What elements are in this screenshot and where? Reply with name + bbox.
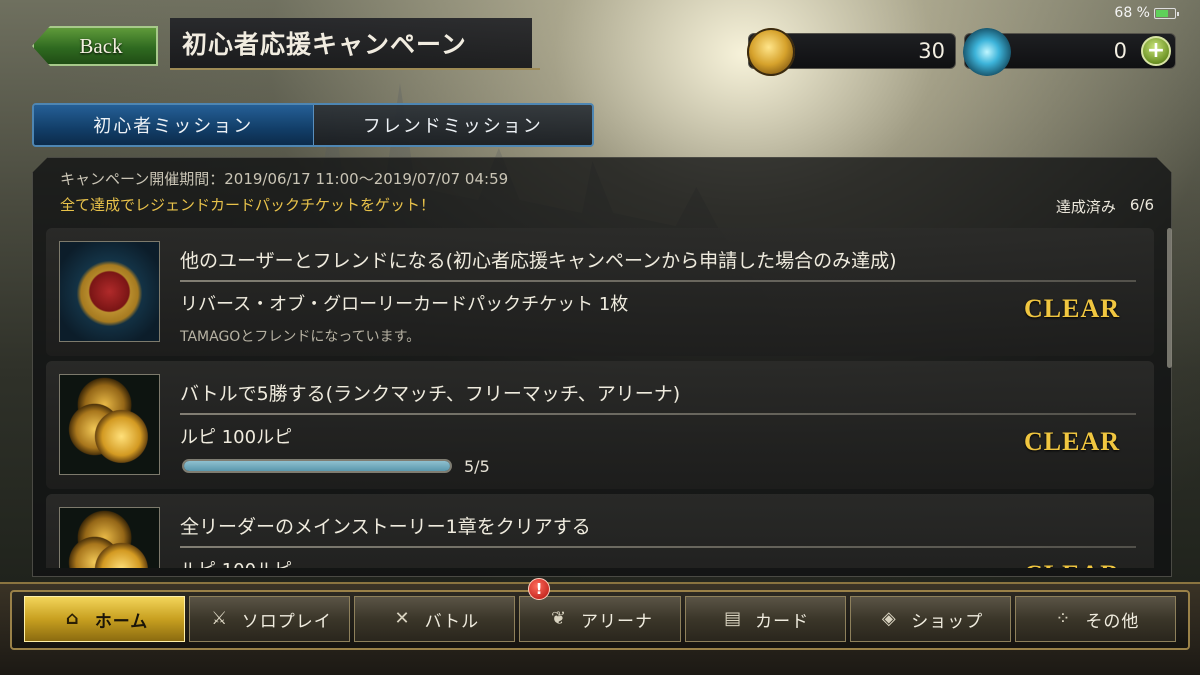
progress-text: 5/5 [464,457,490,476]
divider [180,413,1136,415]
nav-label: その他 [1085,611,1140,632]
nav-card[interactable]: ▤ カード [684,596,846,642]
mission-list[interactable]: 他のユーザーとフレンドになる(初心者応援キャンペーンから申請した場合のみ達成) … [46,228,1156,568]
progress-fill [184,461,450,471]
mission-progress-bar [182,459,452,473]
mission-reward: リバース・オブ・グローリーカードパックチケット 1枚 [180,294,629,315]
battery-fill [1156,9,1169,17]
menu-dots-icon: ⁘ [1055,608,1072,629]
nav-label: ソロプレイ [241,611,332,632]
achieved-value: 6/6 [1129,196,1154,214]
nav-label: バトル [424,611,480,632]
nav-shop[interactable]: ◈ ショップ [849,596,1011,642]
mission-reward: ルピ 100ルピ [180,427,293,448]
mission-reward: ルピ 100ルピ [180,556,292,568]
shop-crystal-icon: ◈ [881,608,897,629]
mission-item: 全リーダーのメインストーリー1章をクリアする ルピ 100ルピ CLEAR [46,494,1154,568]
gold-coin-icon [747,28,795,76]
mission-item: バトルで5勝する(ランクマッチ、フリーマッチ、アリーナ) ルピ 100ルピ 5/… [46,361,1154,489]
nav-label: ホーム [94,611,149,632]
achieved-label: 達成済み [1055,198,1116,216]
divider [180,280,1136,282]
tab-beginner-mission[interactable]: 初心者ミッション [34,105,314,145]
rupi-value: 30 [918,39,945,63]
home-icon: ⌂ [65,608,80,629]
rupi-counter: 30 [747,28,956,76]
clear-label: CLEAR [1023,294,1120,323]
nav-home[interactable]: ⌂ ホーム [24,596,186,642]
divider [180,546,1136,548]
clear-label: CLEAR [1023,427,1120,456]
clear-label: CLEAR [1024,560,1120,568]
rupi-coins-icon [59,374,160,475]
mission-scrollbar[interactable] [1167,228,1172,368]
battery-percent: 68 % [1114,5,1150,21]
campaign-subtitle: 全て達成でレジェンドカードパックチケットをゲット！ [60,196,436,214]
mission-title: 他のユーザーとフレンドになる(初心者応援キャンペーンから申請した場合のみ達成) [180,250,897,272]
crystal-counter: 0 + [963,28,1176,76]
bottom-nav: ⌂ ホーム ⚔ ソロプレイ ✕ バトル ❦ アリーナ ▤ カード ◈ ショップ … [24,596,1176,642]
nav-label: アリーナ [580,611,653,632]
rupi-coins-icon [59,507,160,568]
arena-alert-badge: ! [528,578,550,600]
nav-label: ショップ [911,611,984,632]
nav-arena[interactable]: ❦ アリーナ [519,596,681,642]
achieved-count: 達成済み 6/6 [1056,196,1154,217]
mission-tabs: 初心者ミッション フレンドミッション [32,103,594,147]
nav-other[interactable]: ⁘ その他 [1014,596,1176,642]
nav-label: カード [755,611,810,632]
sword-shield-icon: ⚔ [211,608,229,629]
mission-title: バトルで5勝する(ランクマッチ、フリーマッチ、アリーナ) [180,383,681,405]
crossed-swords-icon: ✕ [394,608,411,629]
back-button[interactable]: Back [32,26,158,66]
mission-status: TAMAGOとフレンドになっています。 [180,329,421,345]
campaign-period: キャンペーン開催期間：2019/06/17 11:00〜2019/07/07 0… [60,170,509,188]
crystal-icon [963,28,1011,76]
crest-card-pack-icon [59,241,160,342]
crystal-value: 0 [1113,39,1127,63]
tab-friend-mission[interactable]: フレンドミッション [313,105,592,145]
nav-battle[interactable]: ✕ バトル [354,596,516,642]
page-title: 初心者応援キャンペーン [170,18,540,70]
arena-laurel-icon: ❦ [550,608,568,629]
nav-solo-play[interactable]: ⚔ ソロプレイ [189,596,351,642]
cards-icon: ▤ [724,608,743,629]
mission-title: 全リーダーのメインストーリー1章をクリアする [180,516,591,538]
add-crystal-button[interactable]: + [1141,36,1171,66]
battery-indicator: 68 % [1114,5,1179,21]
battery-icon [1154,7,1179,19]
mission-item: 他のユーザーとフレンドになる(初心者応援キャンペーンから申請した場合のみ達成) … [46,228,1154,356]
